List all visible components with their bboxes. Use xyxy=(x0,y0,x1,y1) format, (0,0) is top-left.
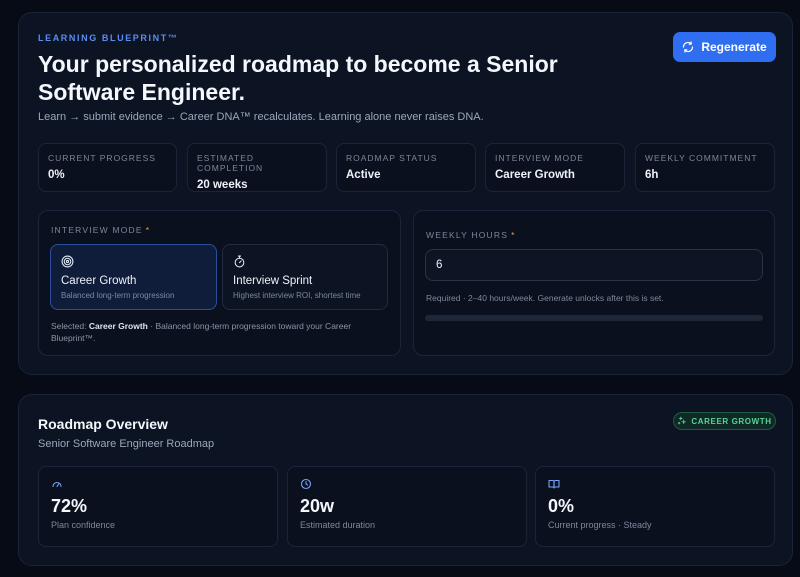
stat-current-progress: CURRENT PROGRESS 0% xyxy=(38,143,177,192)
page-title: Your personalized roadmap to become a Se… xyxy=(38,51,558,105)
stat-value: Career Growth xyxy=(495,169,575,181)
weekly-hours-panel: WEEKLY HOURS* Required · 2–40 hours/week… xyxy=(413,210,775,356)
weekly-hours-label-text: WEEKLY HOURS xyxy=(426,230,509,240)
selected-mode-summary: Selected: Career Growth · Balanced long-… xyxy=(51,320,393,344)
selected-mode-name: Career Growth xyxy=(88,321,148,331)
refresh-icon xyxy=(683,41,694,53)
interview-mode-label: INTERVIEW MODE * xyxy=(51,225,150,235)
stat-interview-mode: INTERVIEW MODE Career Growth xyxy=(485,143,625,192)
metric-value: 72% xyxy=(51,496,88,516)
stopwatch-icon xyxy=(234,255,245,268)
stat-value: Active xyxy=(346,169,381,181)
page-subtitle: Learn → submit evidence → Career DNA™ re… xyxy=(38,111,484,123)
stat-value: 6h xyxy=(645,169,659,181)
regenerate-label: Regenerate xyxy=(701,40,767,54)
stat-roadmap-status: ROADMAP STATUS Active xyxy=(336,143,476,192)
metric-estimated-duration: 20w Estimated duration xyxy=(287,466,527,547)
mode-option-interview-sprint[interactable]: Interview Sprint Highest interview ROI, … xyxy=(222,244,388,310)
mode-option-title: Career Growth xyxy=(61,275,137,287)
metric-label: Current progress · Steady xyxy=(548,520,652,530)
badge-label: CAREER GROWTH xyxy=(691,416,772,426)
regenerate-button[interactable]: Regenerate xyxy=(673,32,776,62)
learning-blueprint-card: LEARNING BLUEPRINT™ Your personalized ro… xyxy=(18,12,793,375)
required-mark: * xyxy=(145,225,151,235)
metric-current-progress: 0% Current progress · Steady xyxy=(535,466,775,547)
stat-weekly-commitment: WEEKLY COMMITMENT 6h xyxy=(635,143,775,192)
metric-plan-confidence: 72% Plan confidence xyxy=(38,466,278,547)
sparkle-icon xyxy=(678,416,687,425)
interview-mode-label-text: INTERVIEW MODE xyxy=(51,225,143,235)
weekly-hours-label: WEEKLY HOURS * xyxy=(426,230,516,240)
stat-value: 0% xyxy=(48,169,65,181)
mode-option-career-growth[interactable]: Career Growth Balanced long-term progres… xyxy=(50,244,217,310)
metric-value: 0% xyxy=(548,496,575,516)
metric-label: Plan confidence xyxy=(51,520,116,530)
required-mark: * xyxy=(511,230,516,240)
stat-label: ROADMAP STATUS xyxy=(346,153,438,163)
weekly-hours-input[interactable] xyxy=(425,249,763,281)
mode-option-desc: Balanced long-term progression xyxy=(61,291,175,300)
book-icon xyxy=(548,479,560,489)
stat-value: 20 weeks xyxy=(197,179,248,191)
stat-label: ESTIMATED COMPLETION xyxy=(197,153,264,173)
mode-option-desc: Highest interview ROI, shortest time xyxy=(233,291,361,300)
mode-option-title: Interview Sprint xyxy=(233,275,313,287)
stat-label: INTERVIEW MODE xyxy=(495,153,584,163)
interview-mode-panel: INTERVIEW MODE * Career Growth Balanced l… xyxy=(38,210,401,356)
eyebrow-label: LEARNING BLUEPRINT™ xyxy=(38,33,179,43)
stat-estimated-completion: ESTIMATED COMPLETION 20 weeks xyxy=(187,143,327,192)
weekly-hours-progress-bar xyxy=(425,315,763,321)
weekly-hours-hint: Required · 2–40 hours/week. Generate unl… xyxy=(426,293,664,303)
clock-icon xyxy=(300,478,312,490)
overview-subtitle: Senior Software Engineer Roadmap xyxy=(38,438,215,450)
target-icon xyxy=(61,255,74,268)
career-growth-badge: CAREER GROWTH xyxy=(673,412,776,430)
stat-label: WEEKLY COMMITMENT xyxy=(645,153,758,163)
roadmap-overview-card: Roadmap Overview Senior Software Enginee… xyxy=(18,394,793,566)
gauge-icon xyxy=(52,481,62,488)
stat-label: CURRENT PROGRESS xyxy=(48,153,156,163)
metric-value: 20w xyxy=(300,496,335,516)
overview-title: Roadmap Overview xyxy=(38,416,168,432)
metric-label: Estimated duration xyxy=(300,520,376,530)
selected-prefix: Selected: xyxy=(51,321,87,331)
